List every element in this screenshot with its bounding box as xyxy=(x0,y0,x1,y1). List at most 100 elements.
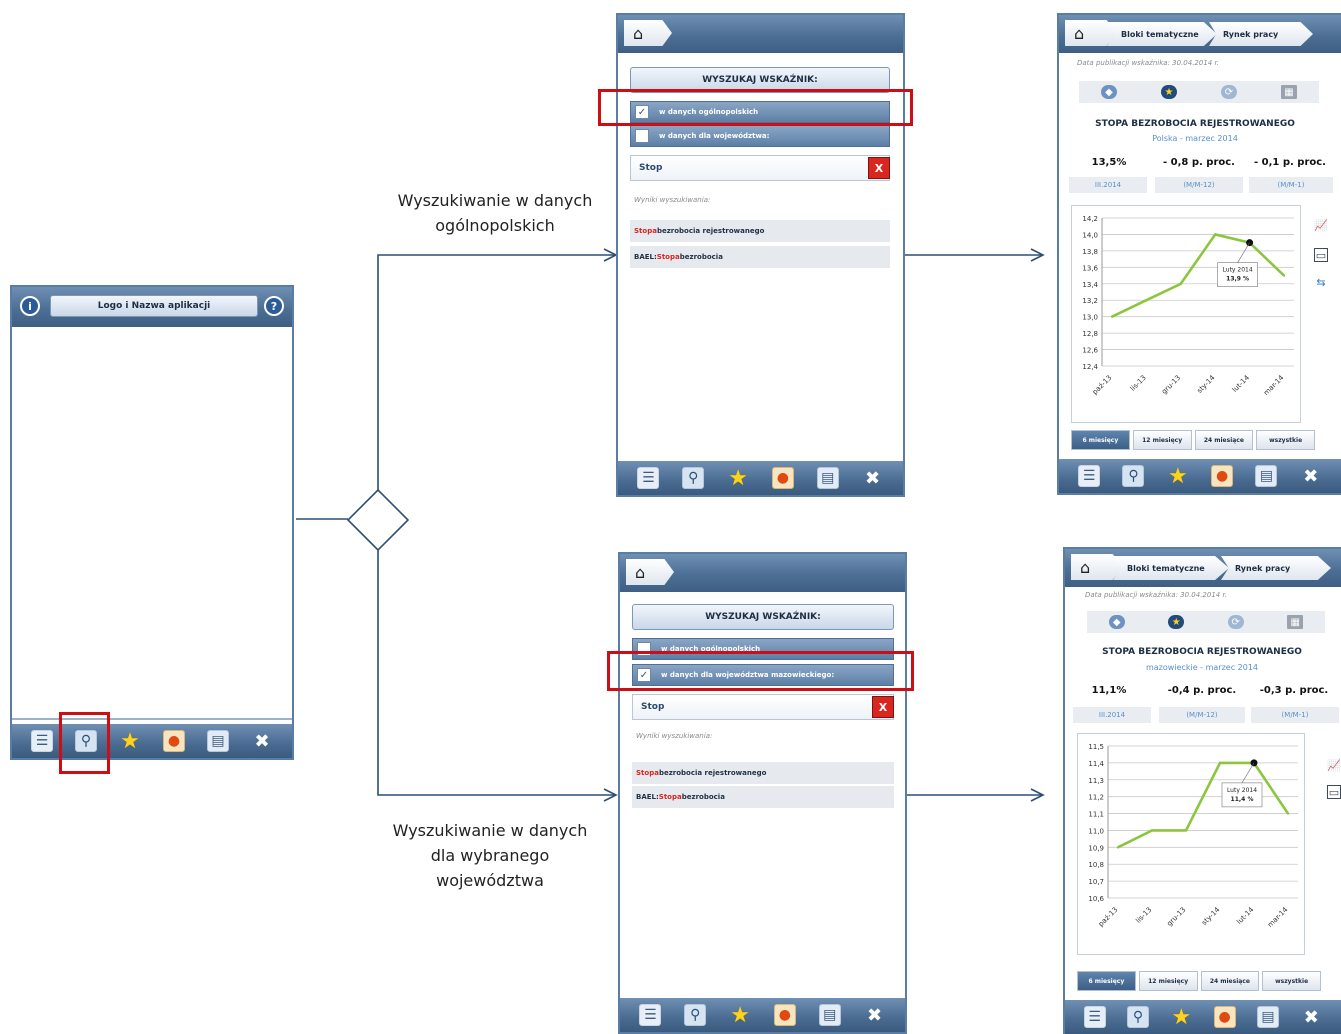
result-item[interactable]: Stopa bezrobocia rejestrowanego xyxy=(630,220,890,242)
book-icon[interactable]: ▤ xyxy=(818,1004,841,1026)
book-icon[interactable]: ▤ xyxy=(1255,465,1278,487)
range-12-months[interactable]: 12 miesięcy xyxy=(1138,971,1198,991)
y-tick-label: 13,2 xyxy=(1082,297,1098,305)
map-pl-icon[interactable]: ◆ xyxy=(1101,85,1117,99)
book-icon[interactable]: ▤ xyxy=(1256,1006,1279,1028)
stat-year-change: -0,4 p. proc. xyxy=(1167,685,1237,696)
range-all[interactable]: wszystkie xyxy=(1262,971,1321,991)
list-icon[interactable]: ☰ xyxy=(31,730,53,752)
tools-icon[interactable]: ✖ xyxy=(862,467,884,489)
result-national-toolbar: ☰ ⚲ ★ ● ▤ ✖ xyxy=(1059,459,1341,493)
line-chart-regional: 11,5 11,4 11,3 11,2 11,1 11,0 10,9 10,8 10,7 10,6… xyxy=(1088,743,1298,929)
result-regional-header: ⌂ Bloki tematyczne Rynek pracy xyxy=(1065,549,1341,587)
tooltip-pointer xyxy=(1237,242,1250,263)
range-6-months[interactable]: 6 miesięcy xyxy=(1077,971,1136,991)
tooltip-period: Luty 2014 xyxy=(1227,787,1257,794)
search-input[interactable]: Stop xyxy=(630,155,890,181)
star-icon[interactable]: ★ xyxy=(729,1003,751,1028)
search-icon[interactable]: ⚲ xyxy=(1122,465,1145,487)
star-icon[interactable]: ★ xyxy=(1167,464,1189,489)
range-12-months[interactable]: 12 miesięcy xyxy=(1132,430,1192,450)
y-tick-label: 13,0 xyxy=(1082,314,1098,322)
home-icon[interactable]: ⌂ xyxy=(624,20,672,46)
clear-search-button[interactable]: X xyxy=(872,696,894,718)
line-chart-icon[interactable]: 📈 xyxy=(1314,218,1328,232)
y-tick-label: 11,4 xyxy=(1088,760,1104,768)
star-icon[interactable]: ★ xyxy=(727,466,749,491)
list-icon[interactable]: ☰ xyxy=(639,1004,662,1026)
search-input[interactable]: Stop xyxy=(632,694,894,720)
line-chart-icon[interactable]: 📈 xyxy=(1327,758,1341,772)
map-icon[interactable]: ● xyxy=(771,467,794,489)
help-icon[interactable]: ? xyxy=(264,296,284,316)
tools-icon[interactable]: ✖ xyxy=(251,730,273,752)
info-icon[interactable]: i xyxy=(20,296,40,316)
map-icon[interactable]: ● xyxy=(773,1004,796,1026)
favourite-icon[interactable]: ★ xyxy=(1161,85,1177,99)
y-tick-label: 10,8 xyxy=(1088,861,1104,869)
compare-icon[interactable]: ⟳ xyxy=(1227,615,1244,629)
list-icon[interactable]: ☰ xyxy=(1078,465,1101,487)
map-icon[interactable]: ● xyxy=(163,730,185,752)
share-icon[interactable]: ⇆ xyxy=(1314,275,1328,289)
tools-icon[interactable]: ✖ xyxy=(1300,465,1322,487)
star-icon[interactable]: ★ xyxy=(1170,1005,1192,1030)
stat-current-period: III.2014 xyxy=(1073,707,1151,723)
range-24-months[interactable]: 24 miesiące xyxy=(1194,430,1254,450)
x-tick-label: sty-14 xyxy=(1196,373,1217,394)
map-pl-icon[interactable]: ◆ xyxy=(1108,615,1125,629)
y-tick-label: 10,6 xyxy=(1088,895,1104,903)
list-icon[interactable]: ☰ xyxy=(637,467,660,489)
stat-month-change: -0,3 p. proc. xyxy=(1259,685,1329,696)
data-point xyxy=(1179,282,1182,285)
caption-national-line-1: Wyszukiwanie w danych xyxy=(397,191,593,210)
table-icon[interactable]: ▦ xyxy=(1287,615,1304,629)
y-tick-label: 11,3 xyxy=(1088,777,1104,785)
stat-month-change: - 0,1 p. proc. xyxy=(1254,157,1326,168)
checkbox-regional[interactable] xyxy=(635,129,649,143)
table-icon[interactable]: ▦ xyxy=(1281,85,1297,99)
calendar-icon[interactable]: ▭ xyxy=(1314,248,1328,262)
search-national-header: ⌂ xyxy=(618,15,903,53)
caption-regional-line-3: województwa xyxy=(436,871,544,890)
highlight-regional-option xyxy=(607,651,914,691)
indicator-chart: 11,5 11,4 11,3 11,2 11,1 11,0 10,9 10,8 10,7 10,6… xyxy=(1077,733,1305,955)
option-regional[interactable]: w danych dla województwa: xyxy=(630,125,890,147)
y-tick-label: 11,1 xyxy=(1088,811,1104,819)
compare-icon[interactable]: ⟳ xyxy=(1221,85,1237,99)
result-item[interactable]: BAEL: Stopa bezrobocia xyxy=(630,246,890,268)
book-icon[interactable]: ▤ xyxy=(816,467,839,489)
favourite-icon[interactable]: ★ xyxy=(1168,615,1185,629)
data-point xyxy=(1214,233,1217,236)
search-icon[interactable]: ⚲ xyxy=(684,1004,707,1026)
range-24-months[interactable]: 24 miesiące xyxy=(1200,971,1260,991)
caption-national: Wyszukiwanie w danych ogólnopolskich xyxy=(380,188,610,238)
tools-icon[interactable]: ✖ xyxy=(1300,1006,1322,1028)
calendar-icon[interactable]: ▭ xyxy=(1327,785,1341,799)
breadcrumb-labour-market[interactable]: Rynek pracy xyxy=(1221,556,1331,580)
breadcrumb-labour-market[interactable]: Rynek pracy xyxy=(1209,22,1313,46)
x-tick-label: lis-13 xyxy=(1134,906,1153,925)
stat-year-change: - 0,8 p. proc. xyxy=(1163,157,1235,168)
y-tick-label: 13,4 xyxy=(1082,281,1098,289)
map-icon[interactable]: ● xyxy=(1213,1006,1236,1028)
indicator-icon-strip: ◆ ★ ⟳ ▦ xyxy=(1079,81,1319,103)
search-icon[interactable]: ⚲ xyxy=(682,467,705,489)
search-icon[interactable]: ⚲ xyxy=(1126,1006,1149,1028)
x-tick-label: lut-14 xyxy=(1231,373,1252,394)
list-icon[interactable]: ☰ xyxy=(1083,1006,1106,1028)
clear-search-button[interactable]: X xyxy=(868,157,890,179)
breadcrumb-blocks[interactable]: Bloki tematyczne xyxy=(1107,22,1217,46)
breadcrumb-blocks[interactable]: Bloki tematyczne xyxy=(1113,556,1229,580)
range-all[interactable]: wszystkie xyxy=(1256,430,1315,450)
x-tick-label: sty-14 xyxy=(1200,905,1221,926)
result-item[interactable]: BAEL: Stopa bezrobocia xyxy=(632,786,894,808)
book-icon[interactable]: ▤ xyxy=(207,730,229,752)
home-icon[interactable]: ⌂ xyxy=(626,559,674,585)
tools-icon[interactable]: ✖ xyxy=(864,1004,886,1026)
map-icon[interactable]: ● xyxy=(1211,465,1234,487)
range-6-months[interactable]: 6 miesięcy xyxy=(1071,430,1130,450)
star-icon[interactable]: ★ xyxy=(119,729,141,754)
result-item[interactable]: Stopa bezrobocia rejestrowanego xyxy=(632,762,894,784)
caption-regional-line-2: dla wybranego xyxy=(430,846,550,865)
